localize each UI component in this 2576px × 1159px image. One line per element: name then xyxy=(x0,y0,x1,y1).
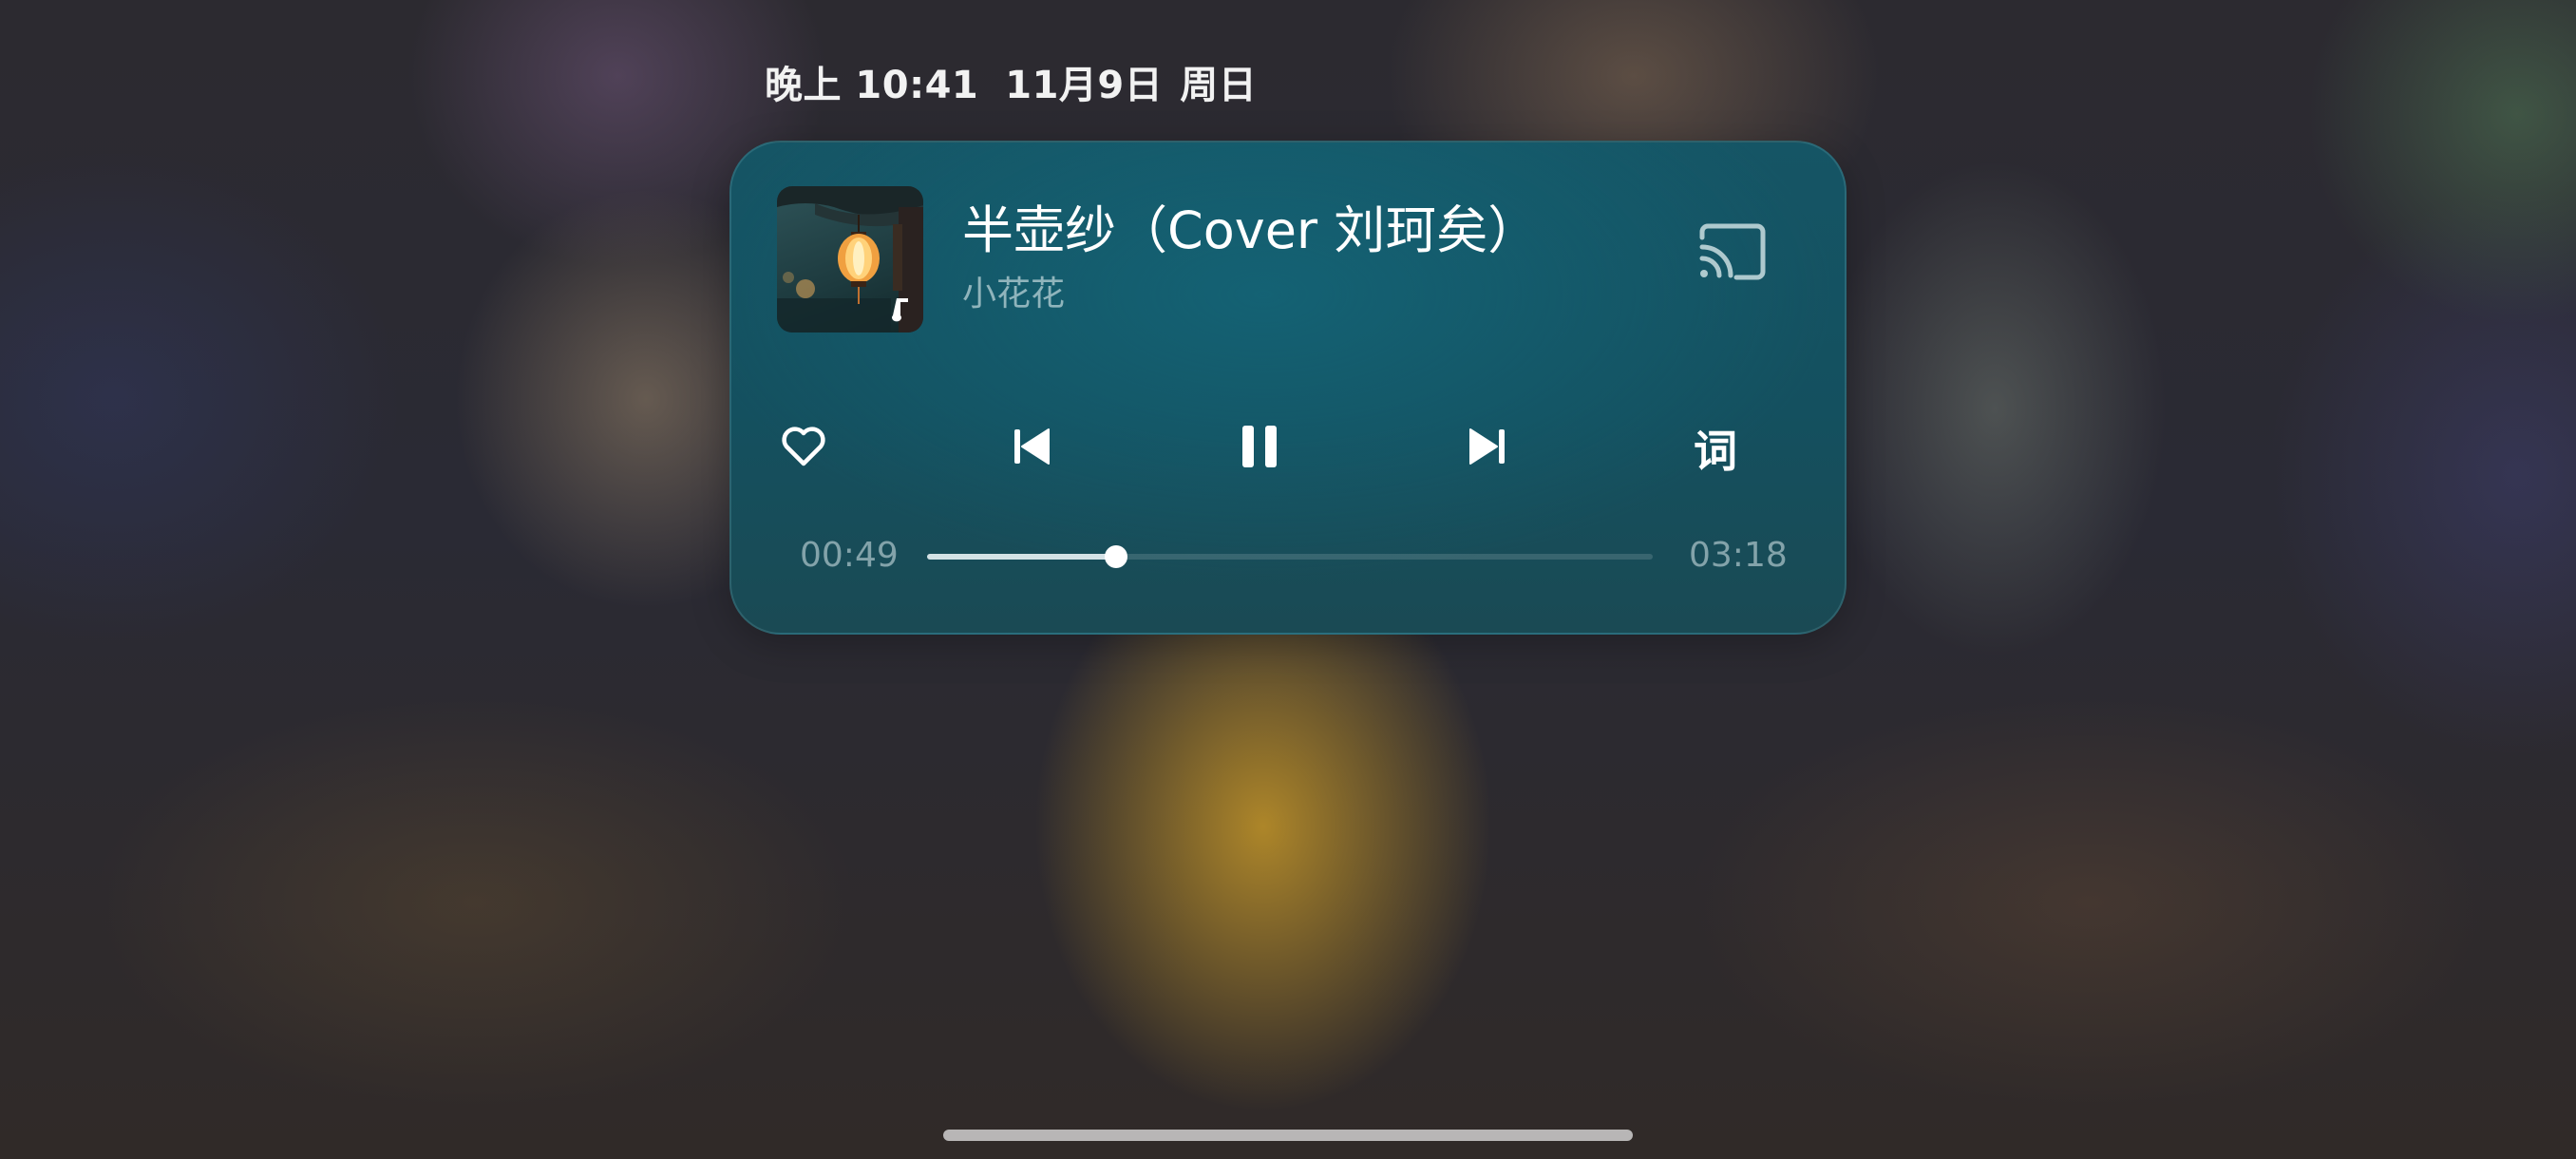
lyrics-label: 词 xyxy=(1694,426,1737,477)
heart-outline-icon xyxy=(781,426,826,471)
status-datetime: 晚上 10:41 11月9日 周日 xyxy=(765,53,1257,110)
play-pause-button[interactable] xyxy=(1212,401,1307,496)
lyrics-button[interactable]: 词 xyxy=(1668,401,1763,496)
skip-next-icon xyxy=(1465,424,1510,473)
lock-screen: 晚上 10:41 11月9日 周日 半壶纱（Cover 刘珂矣） 小花花 词 0… xyxy=(0,0,2576,1159)
pause-icon xyxy=(1239,422,1280,475)
clock-time: 晚上 10:41 xyxy=(765,64,979,107)
previous-button[interactable] xyxy=(984,401,1079,496)
music-player-card[interactable]: 半壶纱（Cover 刘珂矣） 小花花 词 00:49 03:18 xyxy=(729,141,1847,635)
playback-controls: 词 xyxy=(731,401,1848,496)
like-button[interactable] xyxy=(756,401,851,496)
date-label: 11月9日 xyxy=(1005,64,1164,107)
progress-fill xyxy=(927,554,1116,560)
home-indicator[interactable] xyxy=(943,1130,1633,1141)
track-artist: 小花花 xyxy=(962,275,1066,314)
album-cover[interactable] xyxy=(777,186,923,332)
track-title: 半壶纱（Cover 刘珂矣） xyxy=(962,200,1540,260)
weekday-label: 周日 xyxy=(1180,64,1258,107)
progress-slider[interactable] xyxy=(927,545,1653,568)
total-duration: 03:18 xyxy=(1689,536,1788,575)
progress-thumb[interactable] xyxy=(1104,545,1127,568)
cast-icon xyxy=(1696,222,1769,287)
date-group: 11月9日 周日 xyxy=(1005,54,1257,109)
elapsed-time: 00:49 xyxy=(800,536,899,575)
cast-button[interactable] xyxy=(1687,217,1778,293)
next-button[interactable] xyxy=(1440,401,1535,496)
skip-previous-icon xyxy=(1009,424,1054,473)
